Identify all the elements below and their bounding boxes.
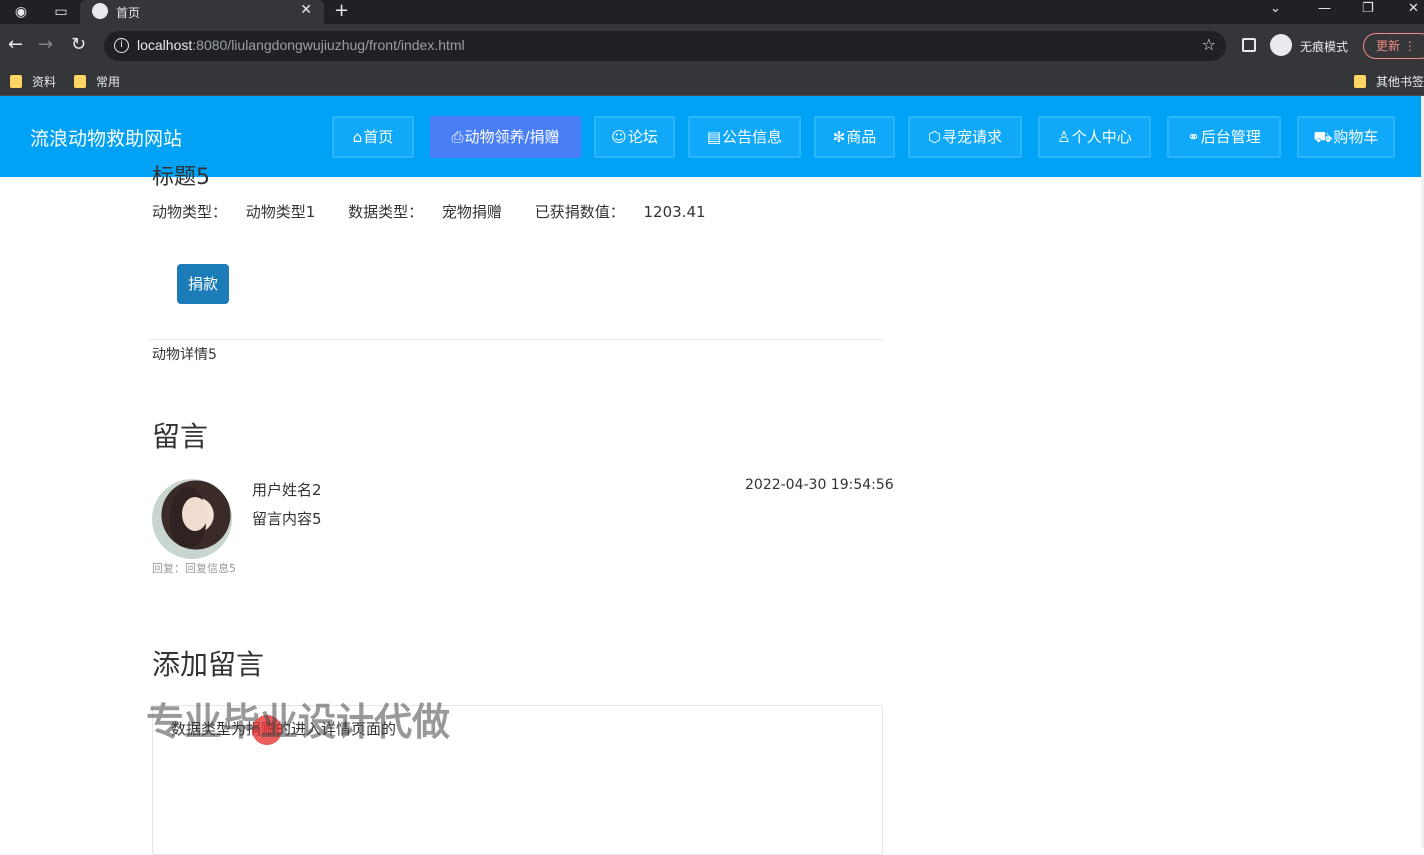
bookmark-folder-other[interactable]: 其他书签 <box>1354 72 1424 92</box>
new-tab-icon[interactable]: + <box>334 0 349 21</box>
avatar <box>152 479 232 559</box>
tab-title: 首页 <box>116 6 141 20</box>
close-tab-icon[interactable]: ✕ <box>300 2 312 18</box>
comment-user: 用户姓名2 <box>252 481 322 499</box>
smile-icon: ☺ <box>611 128 627 146</box>
comment-reply: 回复：回复信息5 <box>152 562 236 575</box>
back-icon[interactable]: ← <box>8 34 23 56</box>
link-icon: ⚭ <box>1187 128 1200 146</box>
nav-home[interactable]: ⌂首页 <box>332 116 414 158</box>
animal-type: 动物类型： 动物类型1 <box>152 203 316 221</box>
nav-forum[interactable]: ☺论坛 <box>594 116 675 158</box>
restore-icon[interactable]: ❐ <box>1362 1 1374 16</box>
donate-button[interactable]: 捐款 <box>177 264 229 304</box>
home-icon: ⌂ <box>352 128 363 146</box>
bookmark-folder-changyong[interactable]: 常用 <box>74 72 120 92</box>
incognito-label: 无痕模式 <box>1300 40 1349 54</box>
reload-icon[interactable]: ↻ <box>71 34 86 56</box>
watermark: 专业毕业设计代做 <box>146 700 451 744</box>
site-header: 流浪动物救助网站 ⌂首页 ⎙动物领养/捐赠 ☺论坛 ▤公告信息 ✻商品 ⬡寻宠请… <box>0 96 1424 177</box>
nav-cart[interactable]: ⛟购物车 <box>1297 116 1395 158</box>
window-close-icon[interactable]: ✕ <box>1408 1 1419 16</box>
bookmark-folder-ziliao[interactable]: 资料 <box>10 72 56 92</box>
cart-icon: ⛟ <box>1313 128 1333 146</box>
box-icon: ⬡ <box>927 128 942 146</box>
calendar-icon: ▤ <box>706 128 722 146</box>
bookmarks-bar: 资料 常用 其他书签 <box>0 68 1424 96</box>
comments-heading: 留言 <box>152 420 209 453</box>
snowflake-icon: ✻ <box>832 128 846 146</box>
address-bar[interactable]: i localhost:8080/liulangdongwujiuzhug/fr… <box>104 31 1226 61</box>
site-title: 流浪动物救助网站 <box>30 128 183 150</box>
nav-personal-center[interactable]: ♙个人中心 <box>1038 116 1151 158</box>
comment-text: 留言内容5 <box>252 510 322 528</box>
divider <box>150 339 882 340</box>
nav-adoption-donation[interactable]: ⎙动物领养/捐赠 <box>430 116 581 158</box>
browser-menu-icon[interactable]: ◉ <box>12 3 30 21</box>
forward-icon[interactable]: → <box>38 34 53 56</box>
add-comment-heading: 添加留言 <box>152 648 265 681</box>
animal-description: 动物详情5 <box>152 347 217 363</box>
detail-meta: 动物类型： 动物类型1 数据类型： 宠物捐赠 已获捐数值： 1203.41 <box>152 201 734 222</box>
globe-icon <box>92 3 108 19</box>
site-info-icon[interactable]: i <box>114 38 129 53</box>
incognito-icon[interactable] <box>1270 34 1292 56</box>
folder-icon <box>10 75 22 88</box>
url-text: localhost:8080/liulangdongwujiuzhug/fron… <box>137 37 465 53</box>
tab-home[interactable]: 首页 ✕ <box>80 0 324 24</box>
nav-announcements[interactable]: ▤公告信息 <box>688 116 801 158</box>
tab-list-chevron-icon[interactable]: ⌄ <box>1270 1 1281 16</box>
bookmark-star-icon[interactable]: ☆ <box>1202 35 1216 54</box>
browser-toolbar: ← → ↻ i localhost:8080/liulangdongwujiuz… <box>0 24 1424 68</box>
folder-icon <box>74 75 86 88</box>
tab-search-icon[interactable]: ▭ <box>52 3 70 21</box>
detail-title: 标题5 <box>152 165 210 190</box>
browser-tab-strip: ◉ ▭ 首页 ✕ + ⌄ — ❐ ✕ <box>0 0 1424 24</box>
data-type: 数据类型： 宠物捐赠 <box>348 203 502 221</box>
update-button[interactable]: 更新 ⋮ <box>1363 33 1424 59</box>
printer-icon: ⎙ <box>451 128 464 146</box>
nav-goods[interactable]: ✻商品 <box>814 116 895 158</box>
user-icon: ♙ <box>1057 128 1071 146</box>
side-panel-icon[interactable] <box>1242 38 1256 52</box>
minimize-icon[interactable]: — <box>1318 1 1331 16</box>
donated-amount: 已获捐数值： 1203.41 <box>534 203 706 221</box>
nav-admin[interactable]: ⚭后台管理 <box>1167 116 1281 158</box>
comment-time: 2022-04-30 19:54:56 <box>745 477 894 493</box>
nav-pet-search[interactable]: ⬡寻宠请求 <box>908 116 1022 158</box>
folder-icon <box>1354 75 1366 88</box>
main-content: 标题5 动物类型： 动物类型1 数据类型： 宠物捐赠 已获捐数值： 1203.4… <box>0 165 1424 855</box>
